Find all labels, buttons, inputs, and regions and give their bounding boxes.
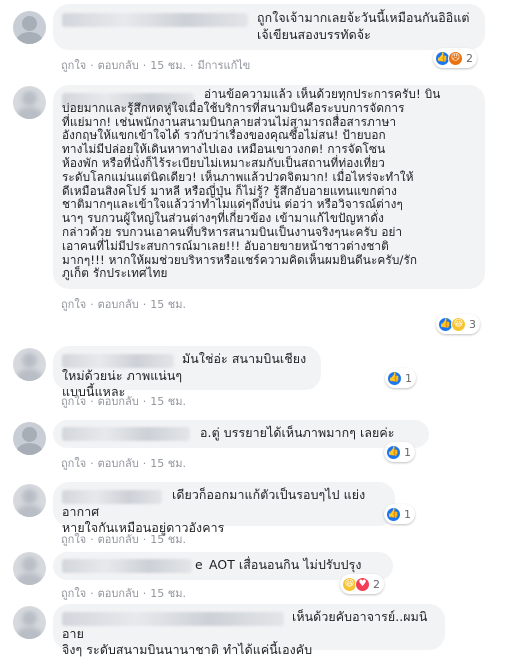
avatar[interactable]	[13, 11, 46, 44]
like-link[interactable]: ถูกใจ	[61, 295, 86, 313]
reply-link[interactable]: ตอบกลับ	[98, 454, 139, 472]
comment-actions: ถูกใจ · ตอบกลับ · 15 ชม.	[61, 295, 186, 313]
reaction-summary[interactable]: 👍 1	[385, 368, 416, 388]
comment-2: อ่านข้อความแล้ว เห็นด้วยทุกประการครับ! บ…	[0, 78, 510, 334]
reaction-summary[interactable]: 😆 ♥ 2	[340, 574, 384, 594]
reaction-count: 3	[469, 317, 476, 331]
reaction-count: 2	[466, 51, 473, 65]
reaction-count: 2	[373, 577, 380, 591]
timestamp[interactable]: 15 ชม.	[150, 295, 186, 313]
reaction-count: 1	[404, 507, 411, 521]
reply-link[interactable]: ตอบกลับ	[98, 392, 139, 410]
like-link[interactable]: ถูกใจ	[61, 454, 86, 472]
avatar[interactable]	[13, 86, 46, 119]
like-link[interactable]: ถูกใจ	[61, 56, 86, 74]
timestamp[interactable]: 15 ชม.	[150, 392, 186, 410]
haha-reaction-icon: 😆	[451, 316, 466, 332]
like-link[interactable]: ถูกใจ	[61, 392, 86, 410]
commenter-name[interactable]	[62, 427, 190, 441]
comment-5: เดียวก็ออกมาแก้ตัวเป็นรอบๆไป แย่งอากาศ ห…	[0, 476, 510, 546]
comment-text: AOT เสื่อนอนกิน ไม่ปรับปรุง	[209, 557, 362, 572]
reaction-summary[interactable]: 👍 😆 3	[436, 314, 480, 334]
reaction-summary[interactable]: 👍 1	[384, 442, 415, 462]
reply-link[interactable]: ตอบกลับ	[98, 56, 139, 74]
comment-bubble: เห็นด้วยคับอาจารย์..ผมนิอาย จิงๆ ระดับสน…	[53, 604, 445, 657]
reaction-count: 1	[404, 445, 411, 459]
avatar[interactable]	[13, 552, 46, 585]
avatar[interactable]	[13, 422, 46, 455]
timestamp[interactable]: 15 ชม.	[150, 454, 186, 472]
comment-text: เห็นด้วยคับอาจารย์..ผมนิอาย จิงๆ ระดับสน…	[62, 609, 428, 658]
avatar[interactable]	[13, 484, 46, 517]
comment-bubble: อ.ตู่ บรรยายได้เห็นภาพมากๆ เลยค่ะ	[53, 420, 429, 448]
comment-bubble: ถูกใจเจ้ามากเลยจ้ะวันนี้เหมือนกันอิอิแต่…	[53, 4, 485, 50]
reaction-summary[interactable]: 👍 1	[384, 504, 415, 524]
comment-1: ถูกใจเจ้ามากเลยจ้ะวันนี้เหมือนกันอิอิแต่…	[0, 0, 510, 78]
reply-link[interactable]: ตอบกลับ	[98, 295, 139, 313]
reaction-summary[interactable]: 👍 😠 2	[433, 48, 477, 68]
comment-6: e AOT เสื่อนอนกิน ไม่ปรับปรุง 😆 ♥ 2 ถูกใ…	[0, 546, 510, 600]
comment-actions: ถูกใจ · ตอบกลับ · 15 ชม.	[61, 454, 186, 472]
comment-bubble: e AOT เสื่อนอนกิน ไม่ปรับปรุง	[53, 552, 393, 580]
comment-bubble: อ่านข้อความแล้ว เห็นด้วยทุกประการครับ! บ…	[53, 85, 485, 289]
reaction-count: 1	[405, 371, 412, 385]
timestamp[interactable]: 15 ชม.	[150, 56, 186, 74]
comment-4: อ.ตู่ บรรยายได้เห็นภาพมากๆ เลยค่ะ 👍 1 ถู…	[0, 412, 510, 478]
commenter-name[interactable]	[62, 13, 248, 27]
comment-actions: ถูกใจ · ตอบกลับ · 15 ชม. · มีการแก้ไข	[61, 56, 250, 74]
commenter-name-tail[interactable]: e	[195, 557, 203, 574]
comment-bubble: เดียวก็ออกมาแก้ตัวเป็นรอบๆไป แย่งอากาศ ห…	[53, 482, 395, 535]
comment-7: เห็นด้วยคับอาจารย์..ผมนิอาย จิงๆ ระดับสน…	[0, 600, 510, 668]
avatar[interactable]	[13, 606, 46, 639]
like-reaction-icon: 👍	[386, 506, 401, 522]
like-reaction-icon: 👍	[386, 444, 401, 460]
commenter-name[interactable]	[62, 559, 192, 573]
avatar[interactable]	[13, 348, 46, 381]
comment-actions: ถูกใจ · ตอบกลับ · 15 ชม.	[61, 392, 186, 410]
edited-label[interactable]: มีการแก้ไข	[197, 56, 250, 74]
comment-text: อ.ตู่ บรรยายได้เห็นภาพมากๆ เลยค่ะ	[200, 425, 395, 440]
like-reaction-icon: 👍	[387, 370, 402, 386]
comment-text: อ่านข้อความแล้ว เห็นด้วยทุกประการครับ! บ…	[62, 87, 441, 281]
angry-reaction-icon: 😠	[448, 50, 463, 66]
love-reaction-icon: ♥	[355, 576, 370, 592]
comment-bubble: มันใช่อ่ะ สนามบินเชียงใหม่ด้วยน่ะ ภาพแน่…	[53, 346, 321, 399]
comment-3: มันใช่อ่ะ สนามบินเชียงใหม่ด้วยน่ะ ภาพแน่…	[0, 334, 510, 408]
comment-text: ถูกใจเจ้ามากเลยจ้ะวันนี้เหมือนกันอิอิแต่…	[257, 10, 470, 42]
